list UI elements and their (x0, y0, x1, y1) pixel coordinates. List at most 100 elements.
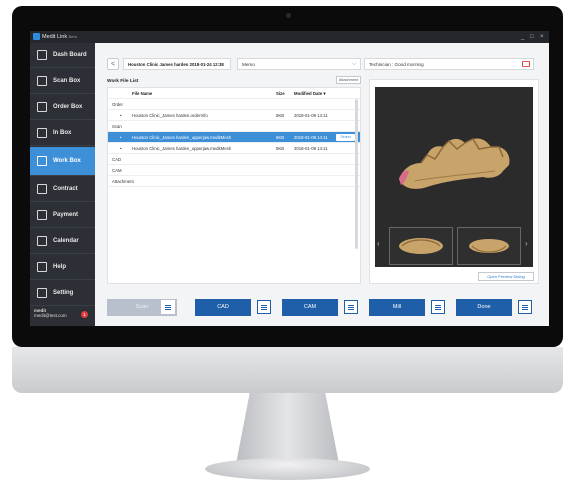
sidebar-item-calendar[interactable]: Calendar (30, 229, 95, 254)
file-list-panel: File Name Size Modified Date ▾ Order • H… (107, 87, 361, 284)
work-file-list-title: Work File List (107, 79, 139, 84)
patient-name: James harden (159, 62, 189, 67)
sidebar-item-label: Payment (53, 212, 79, 218)
mill-list-icon[interactable] (431, 300, 445, 314)
preview-panel: ‹ › Open Preview Dialog (369, 79, 539, 284)
jaw-thumbnail (469, 239, 509, 253)
sidebar-item-dash-board[interactable]: Dash Board (30, 43, 95, 68)
done-list-icon[interactable] (518, 300, 532, 314)
file-row[interactable]: • Houston Clinic_James harden_upperjaw.m… (108, 143, 360, 154)
group-row-order[interactable]: Order (108, 99, 360, 110)
bullet-icon: • (120, 113, 122, 118)
column-file-name[interactable]: File Name (132, 88, 152, 99)
group-row-attachment[interactable]: Attachment (108, 176, 360, 187)
screen: Medit Link Beta _ □ × Dash Board Scan Bo… (30, 31, 549, 326)
scrollbar[interactable] (355, 99, 358, 249)
file-size: 5KB (276, 135, 285, 140)
group-label: CAD (112, 157, 122, 162)
inbox-icon (37, 128, 47, 138)
file-date: 2018-01-09 14:11 (294, 113, 328, 118)
work-icon (37, 156, 47, 166)
group-row-scan[interactable]: Scan (108, 121, 360, 132)
file-size: 5KB (276, 113, 285, 118)
thumbnail-upper-jaw[interactable] (389, 227, 453, 265)
3d-viewer[interactable]: ‹ › (375, 87, 533, 267)
close-button[interactable]: × (540, 31, 544, 43)
step-cam-button[interactable]: CAM (282, 299, 338, 316)
sidebar-item-setting[interactable]: Setting (30, 281, 95, 306)
sidebar-item-payment[interactable]: Payment (30, 203, 95, 228)
scan-list-icon[interactable] (161, 300, 175, 314)
thumbnail-lower-jaw[interactable] (457, 227, 521, 265)
sidebar-item-label: Order Box (53, 104, 83, 110)
minimize-button[interactable]: _ (521, 31, 524, 43)
app-title: Medit Link Beta (42, 31, 77, 43)
app-logo-icon (33, 33, 40, 40)
app-title-text: Medit Link (42, 34, 68, 40)
order-icon (37, 102, 47, 112)
sidebar-item-label: In Box (53, 130, 72, 136)
sidebar-item-in-box[interactable]: In Box (30, 121, 95, 146)
group-row-cad[interactable]: CAD (108, 154, 360, 165)
cam-list-icon[interactable] (344, 300, 358, 314)
step-done-button[interactable]: Done (456, 299, 512, 316)
case-info: Houston Clinic James harden 2018-01-24 1… (123, 58, 231, 70)
sidebar-item-label: Setting (53, 290, 74, 296)
group-label: Attachment (112, 179, 134, 184)
user-info[interactable]: medit medit@test.com (34, 308, 67, 318)
open-preview-dialog-button[interactable]: Open Preview Dialog (478, 272, 534, 281)
monitor-base (205, 458, 370, 480)
sidebar: Dash Board Scan Box Order Box In Box Wor… (30, 43, 95, 326)
back-button[interactable]: < (107, 58, 119, 70)
notification-badge[interactable]: 1 (81, 311, 88, 318)
column-modified-date[interactable]: Modified Date ▾ (294, 88, 326, 99)
select-button[interactable]: Select (336, 134, 355, 141)
sidebar-item-label: Help (53, 264, 67, 270)
group-row-cam[interactable]: CAM (108, 165, 360, 176)
technician-message: Technician : Good morning (364, 58, 534, 70)
calendar-icon (37, 236, 47, 246)
sidebar-item-label: Contract (53, 186, 78, 192)
step-cad-button[interactable]: CAD (195, 299, 251, 316)
user-email: medit@test.com (34, 313, 67, 318)
sidebar-item-help[interactable]: Help (30, 255, 95, 280)
scan-icon (37, 76, 47, 86)
group-label: CAM (112, 168, 122, 173)
maximize-button[interactable]: □ (530, 31, 534, 43)
grid-icon (37, 50, 47, 60)
file-date: 2018-01-09 14:11 (294, 146, 328, 151)
step-mill-button[interactable]: Mill (369, 299, 425, 316)
title-bar: Medit Link Beta _ □ × (30, 31, 549, 43)
chevron-right-icon[interactable]: › (525, 239, 528, 248)
main-content: < Houston Clinic James harden 2018-01-24… (95, 43, 549, 326)
sidebar-item-contract[interactable]: Contract (30, 177, 95, 202)
contract-icon (37, 184, 47, 194)
file-row[interactable]: • Houston Clinic_James harden.orderInfo … (108, 110, 360, 121)
chevron-left-icon[interactable]: ‹ (377, 239, 380, 248)
sidebar-item-order-box[interactable]: Order Box (30, 95, 95, 120)
memo-dropdown[interactable]: Memo ⌵ (237, 58, 361, 70)
column-size[interactable]: Size (276, 88, 285, 99)
jaw-model-3d (399, 138, 510, 189)
file-name: Houston Clinic_James harden_upperjaw.med… (132, 135, 232, 140)
file-name: Houston Clinic_James harden.orderInfo (132, 113, 208, 118)
bullet-icon: • (120, 146, 122, 151)
jaw-thumbnail (399, 238, 443, 254)
cad-list-icon[interactable] (257, 300, 271, 314)
group-label: Order (112, 102, 123, 107)
attachment-button[interactable]: Attachment (336, 76, 361, 84)
payment-icon (37, 210, 47, 220)
sidebar-item-scan-box[interactable]: Scan Box (30, 69, 95, 94)
case-date: 2018-01-24 12:38 (189, 62, 224, 67)
monitor-chin (12, 347, 563, 393)
settings-icon (37, 288, 47, 298)
chevron-down-icon: ⌵ (352, 61, 356, 67)
bullet-icon: • (120, 135, 122, 140)
help-icon (37, 262, 47, 272)
sidebar-item-label: Dash Board (53, 52, 87, 58)
sidebar-item-work-box[interactable]: Work Box (30, 147, 95, 176)
file-row-selected[interactable]: • Houston Clinic_James harden_upperjaw.m… (108, 132, 360, 143)
app-title-suffix: Beta (68, 34, 77, 39)
technician-message-text: Technician : Good morning (369, 62, 424, 67)
chat-icon[interactable] (522, 61, 530, 67)
